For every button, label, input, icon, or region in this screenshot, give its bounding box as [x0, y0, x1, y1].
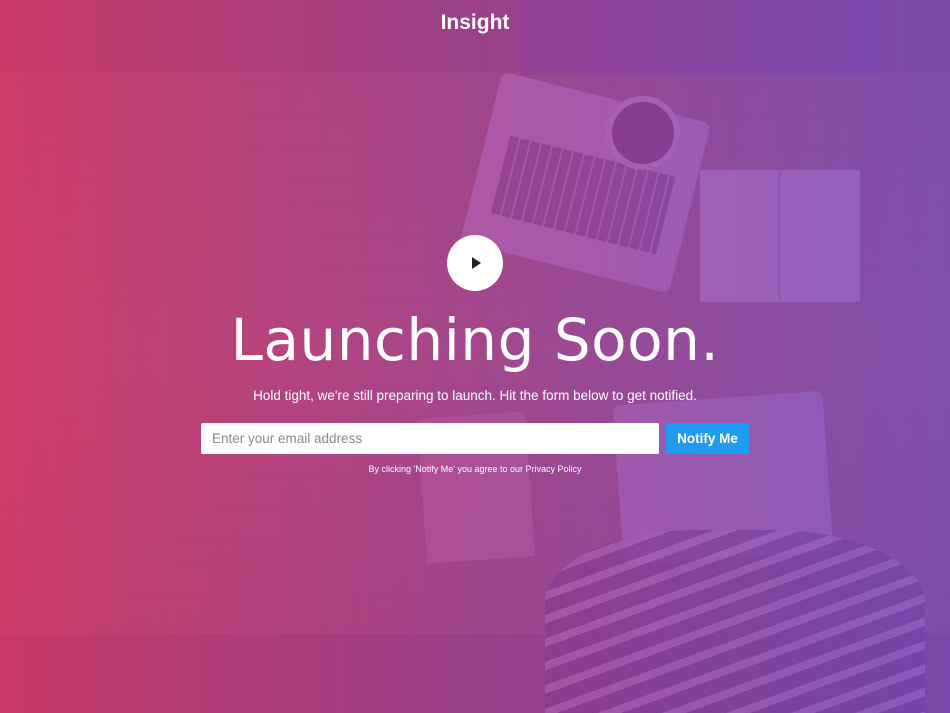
hero-subtext: Hold tight, we're still preparing to lau…	[253, 388, 697, 403]
privacy-disclaimer: By clicking 'Notify Me' you agree to our…	[368, 464, 582, 474]
play-video-button[interactable]	[447, 235, 503, 291]
brand-logo[interactable]: Insight	[0, 11, 950, 35]
play-icon	[472, 257, 481, 269]
email-input[interactable]	[201, 423, 659, 454]
notify-me-button[interactable]: Notify Me	[666, 423, 749, 454]
page: Insight Launching Soon. Hold tight, we'r…	[0, 0, 950, 713]
signup-form: Notify Me	[201, 423, 749, 454]
page-title: Launching Soon.	[230, 306, 720, 374]
